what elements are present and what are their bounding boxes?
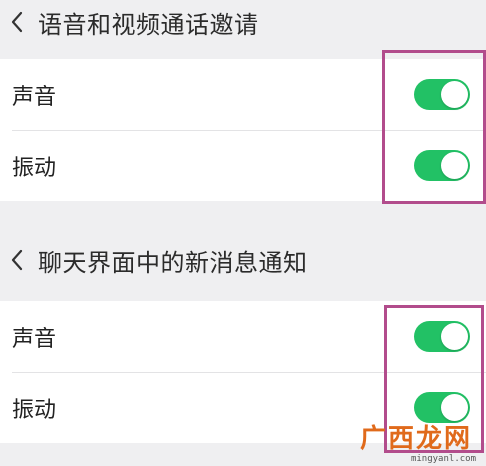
setting-row-vibrate: 振动: [0, 130, 486, 201]
section-title: 聊天界面中的新消息通知: [38, 248, 308, 277]
back-chevron-icon[interactable]: [6, 11, 28, 33]
settings-group-call-invite: 声音 振动: [0, 59, 486, 201]
watermark-url: mingyanl.com: [410, 454, 476, 464]
setting-label: 声音: [12, 84, 57, 110]
section-header-call-invite: 语音和视频通话邀请: [0, 0, 486, 44]
vibrate-toggle[interactable]: [414, 150, 470, 181]
settings-group-chat-notify: 声音 振动: [0, 301, 486, 443]
setting-label: 振动: [12, 397, 57, 423]
vibrate-toggle[interactable]: [414, 392, 470, 423]
sound-toggle[interactable]: [414, 321, 470, 352]
toggle-knob: [441, 81, 468, 108]
section-title: 语音和视频通话邀请: [38, 10, 259, 39]
setting-label: 振动: [12, 155, 57, 181]
section-header-chat-notify: 聊天界面中的新消息通知: [0, 238, 486, 282]
watermark-text: 广西龙网: [359, 424, 472, 454]
watermark-logo: 广西龙网 mingyanl.com: [350, 424, 482, 464]
back-chevron-icon[interactable]: [6, 249, 28, 271]
setting-label: 声音: [12, 326, 57, 352]
toggle-knob: [441, 152, 468, 179]
toggle-knob: [441, 323, 468, 350]
sound-toggle[interactable]: [414, 79, 470, 110]
toggle-knob: [441, 394, 468, 421]
setting-row-sound: 声音: [0, 301, 486, 373]
setting-row-sound: 声音: [0, 59, 486, 131]
